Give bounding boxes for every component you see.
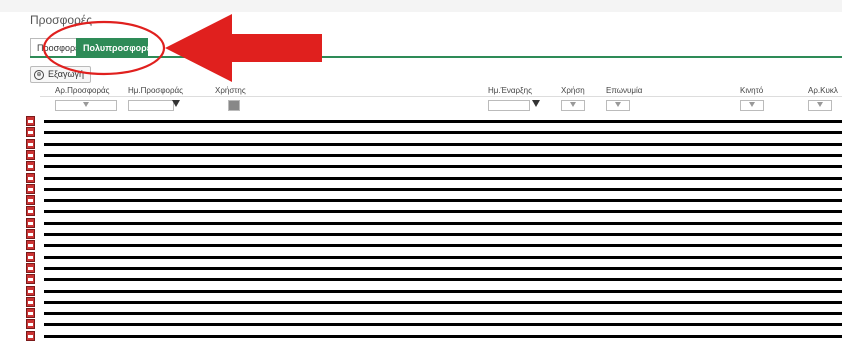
- annotation-overlay: [42, 14, 322, 82]
- annotation-arrow: [165, 14, 322, 82]
- annotation-circle: [42, 20, 166, 76]
